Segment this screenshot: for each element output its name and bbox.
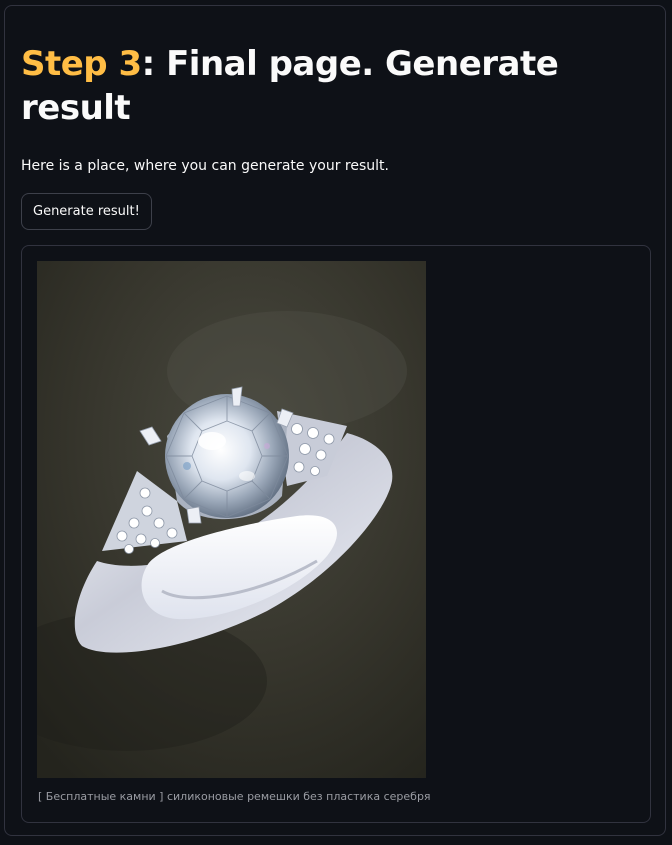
step-label: Step 3 [21, 44, 142, 84]
page-title: Step 3: Final page. Generate result [21, 42, 621, 130]
image-caption: [ Бесплатные камни ] силиконовые ремешки… [38, 790, 431, 803]
page-description: Here is a place, where you can generate … [21, 158, 389, 174]
ring-image [37, 261, 426, 778]
result-container: [ Бесплатные камни ] силиконовые ремешки… [21, 245, 651, 823]
generate-result-button[interactable]: Generate result! [21, 193, 152, 230]
main-container: Step 3: Final page. Generate result Here… [4, 5, 666, 836]
result-image [37, 261, 426, 778]
